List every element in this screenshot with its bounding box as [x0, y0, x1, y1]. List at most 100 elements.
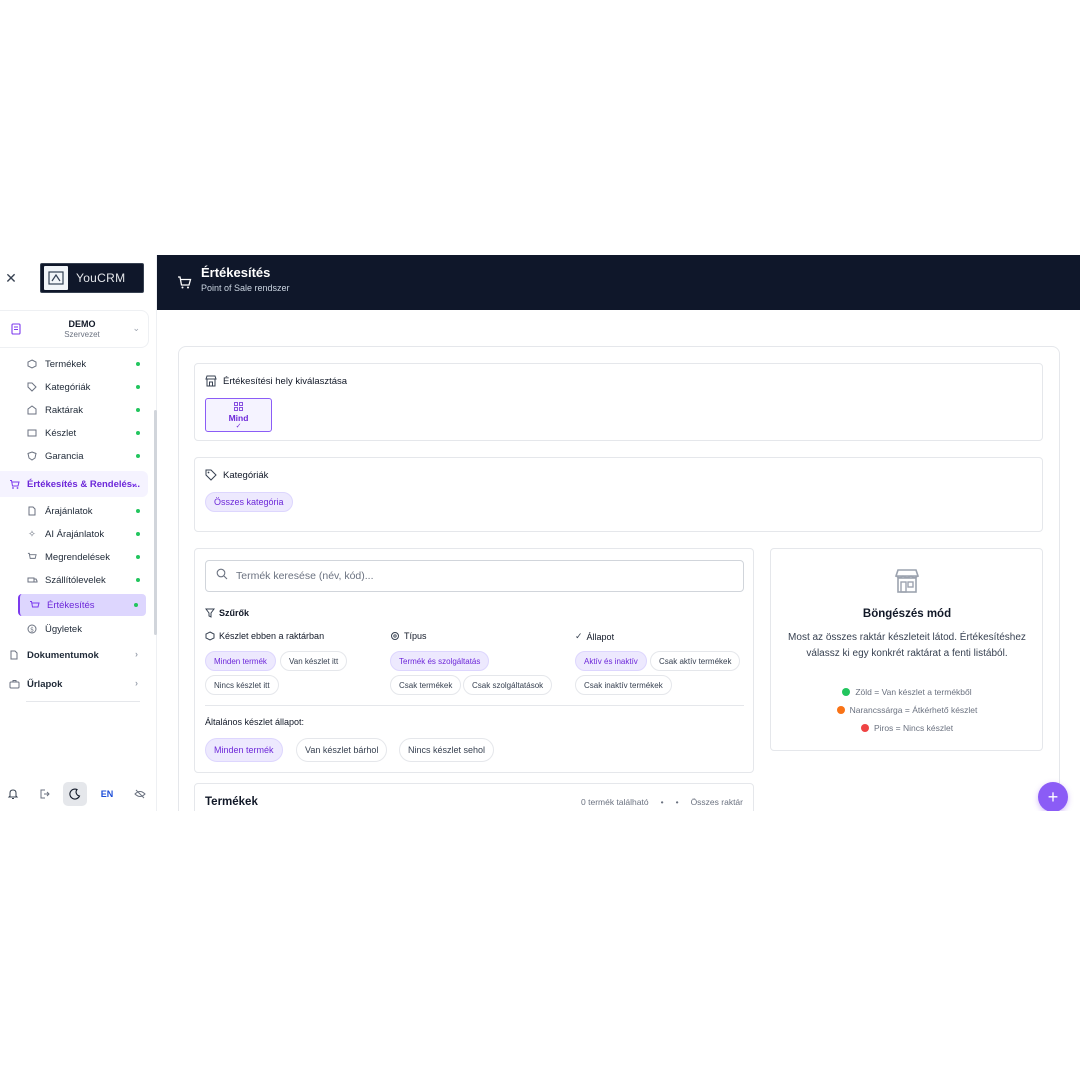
cart-icon: [177, 275, 193, 291]
status-dot: [136, 408, 140, 412]
add-fab-button[interactable]: +: [1038, 782, 1068, 811]
eye-off-icon[interactable]: [128, 782, 152, 806]
logout-icon[interactable]: [33, 782, 57, 806]
products-card: Termékek 0 termék található • • Összes r…: [194, 783, 754, 811]
meta-separator: •: [660, 797, 664, 807]
location-card: Értékesítési hely kiválasztása Mind ✓: [194, 363, 1043, 441]
status-chip-active[interactable]: Csak aktív termékek: [650, 651, 741, 671]
building-icon: [10, 322, 24, 336]
status-dot: [134, 603, 138, 607]
sidebar-group-label: Értékesítés & Rendelés...: [27, 478, 140, 490]
general-chip-nowhere[interactable]: Nincs készlet sehol: [399, 738, 495, 762]
page-subtitle: Point of Sale rendszer: [201, 283, 290, 293]
legend-red: Piros = Nincs készlet: [771, 723, 1043, 733]
status-chip-inactive[interactable]: Csak inaktív termékek: [575, 675, 672, 695]
stock-filter-text: Készlet ebben a raktárban: [219, 631, 325, 641]
stack-icon: [26, 427, 38, 439]
legend-text: Zöld = Van készlet a termékből: [855, 687, 972, 697]
sidebar-item-label: Űrlapok: [27, 678, 63, 690]
sidebar-item-dokumentumok[interactable]: Dokumentumok ›: [8, 645, 140, 665]
search-input[interactable]: [236, 570, 716, 582]
svg-text:$: $: [30, 626, 34, 633]
dollar-icon: $: [26, 623, 38, 635]
language-button[interactable]: EN: [95, 782, 119, 806]
warehouse-icon: [26, 404, 38, 416]
org-name: DEMO: [68, 319, 96, 329]
sidebar-item-kategoriak[interactable]: Kategóriák: [26, 377, 140, 397]
categories-title-text: Kategóriák: [223, 469, 269, 481]
category-chip-all[interactable]: Összes kategória: [205, 492, 293, 512]
legend-dot-green: [842, 688, 851, 696]
org-info: DEMO Szervezet: [30, 319, 134, 339]
sidebar-item-ai-arajanlatok[interactable]: ✧ AI Árajánlatok: [26, 524, 140, 544]
filters-title-text: Szűrők: [219, 608, 250, 618]
sidebar-item-label: AI Árajánlatok: [45, 528, 105, 540]
main-content: Értékesítési hely kiválasztása Mind ✓ Ka…: [157, 310, 1080, 811]
sidebar-item-label: Készlet: [45, 427, 77, 439]
sidebar-item-label: Termékek: [45, 358, 87, 370]
stock-chip-out-of-stock[interactable]: Nincs készlet itt: [205, 675, 279, 695]
type-chip-products[interactable]: Csak termékek: [390, 675, 462, 695]
products-meta: 0 termék található • • Összes raktár: [581, 797, 743, 807]
sidebar-footer: EN: [0, 782, 157, 808]
status-dot: [136, 385, 140, 389]
sidebar-group-ertekesites[interactable]: Értékesítés & Rendelés... ⌄: [0, 471, 148, 497]
sidebar-item-ugyletek[interactable]: $ Ügyletek: [26, 619, 140, 639]
sidebar-item-ertekesites[interactable]: Értékesítés: [18, 594, 146, 616]
sidebar-item-termekek[interactable]: Termékek: [26, 354, 140, 374]
categories-card: Kategóriák Összes kategória: [194, 457, 1043, 532]
sidebar-item-szallitolevelek[interactable]: Szállítólevelek: [26, 570, 140, 590]
bell-icon[interactable]: [1, 782, 25, 806]
sidebar-item-arajanlatok[interactable]: Árajánlatok: [26, 501, 140, 521]
status-dot: [136, 532, 140, 536]
type-chip-all[interactable]: Termék és szolgáltatás: [390, 651, 490, 671]
briefcase-icon: [8, 678, 20, 690]
pos-panel: Értékesítési hely kiválasztása Mind ✓ Ka…: [178, 346, 1060, 811]
status-dot: [136, 362, 140, 366]
status-filter-text: Állapot: [586, 631, 615, 642]
location-option-mind[interactable]: Mind ✓: [205, 398, 272, 432]
stock-chip-all[interactable]: Minden termék: [205, 651, 276, 671]
app-window: ✕ YouCRM DEMO Szervezet ⌄ Termékek Kateg…: [0, 255, 1080, 811]
general-chip-anywhere[interactable]: Van készlet bárhol: [296, 738, 388, 762]
org-switcher[interactable]: DEMO Szervezet ⌄: [0, 310, 149, 348]
tag-icon: [26, 381, 38, 393]
sidebar-item-label: Megrendelések: [45, 551, 110, 563]
stock-chip-in-stock[interactable]: Van készlet itt: [280, 651, 348, 671]
search-icon: [216, 567, 228, 585]
sidebar-item-megrendelesek[interactable]: Megrendelések: [26, 547, 140, 567]
categories-title: Kategóriák: [205, 469, 268, 481]
sidebar-item-label: Raktárak: [45, 404, 84, 416]
sidebar-item-label: Dokumentumok: [27, 649, 99, 661]
sidebar-item-label: Értékesítés: [47, 599, 95, 611]
stock-filter-label: Készlet ebben a raktárban: [205, 631, 324, 641]
sidebar-item-label: Garancia: [45, 450, 84, 462]
sparkle-icon: ✧: [28, 528, 36, 540]
store-icon: [892, 566, 922, 596]
filters-divider: [205, 705, 744, 706]
type-chip-services[interactable]: Csak szolgáltatások: [463, 675, 553, 695]
type-filter-label: Típus: [390, 631, 427, 641]
status-dot: [136, 509, 140, 513]
sidebar-item-urlapok[interactable]: Űrlapok ›: [8, 674, 140, 694]
search-box[interactable]: [205, 560, 744, 592]
sidebar-item-raktarak[interactable]: Raktárak: [26, 400, 140, 420]
general-chip-all[interactable]: Minden termék: [205, 738, 283, 762]
org-subtitle: Szervezet: [64, 330, 100, 339]
sidebar-item-garancia[interactable]: Garancia: [26, 446, 140, 466]
status-chip-all[interactable]: Aktív és inaktív: [575, 651, 647, 671]
filters-card: Szűrők Készlet ebben a raktárban Minden …: [194, 548, 754, 773]
moon-icon[interactable]: [63, 782, 87, 806]
check-icon: ✓: [575, 631, 583, 641]
brand-logo[interactable]: YouCRM: [40, 263, 144, 293]
sidebar-item-label: Kategóriák: [45, 381, 91, 393]
status-filter-label: ✓ Állapot: [575, 631, 614, 642]
close-icon[interactable]: ✕: [4, 271, 18, 285]
products-count: 0 termék található: [581, 797, 649, 807]
sidebar-item-keszlet[interactable]: Készlet: [26, 423, 140, 443]
status-dot: [136, 555, 140, 559]
folder-icon: [8, 649, 20, 661]
sidebar-item-label: Árajánlatok: [45, 505, 93, 517]
products-title: Termékek: [205, 796, 258, 808]
sidebar-divider: [26, 701, 140, 702]
